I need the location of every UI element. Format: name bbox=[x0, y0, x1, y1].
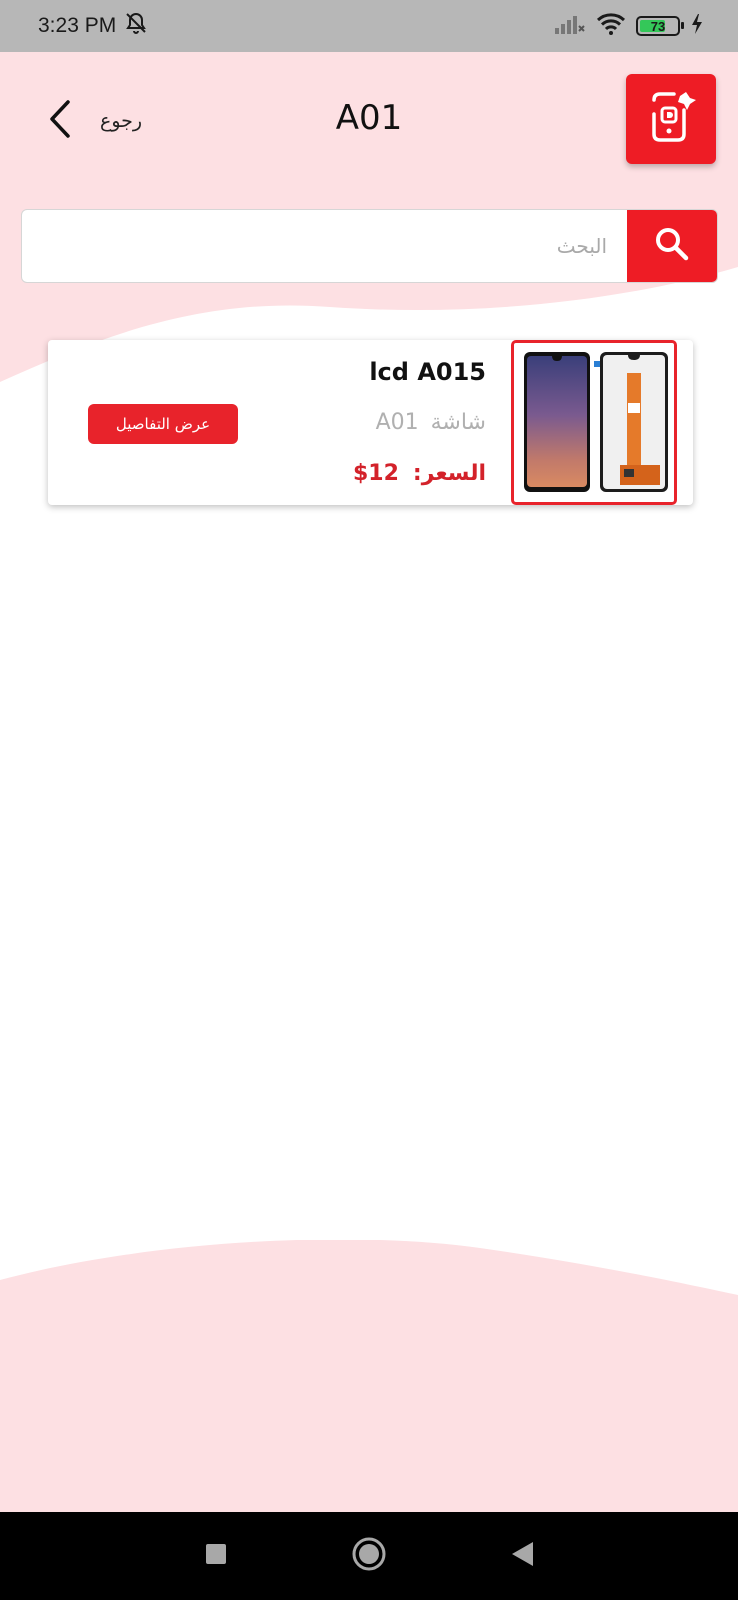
search-input[interactable] bbox=[22, 210, 627, 282]
recent-apps-button[interactable] bbox=[191, 1531, 241, 1581]
back-icon bbox=[509, 1540, 535, 1572]
search-bar bbox=[21, 209, 718, 283]
status-left: 3:23 PM bbox=[38, 11, 148, 41]
view-details-button[interactable]: عرض التفاصيل bbox=[88, 404, 238, 444]
signal-icon bbox=[554, 13, 586, 39]
app-logo-button[interactable] bbox=[626, 74, 716, 164]
price-value: $12 bbox=[352, 461, 399, 486]
charging-icon bbox=[690, 13, 704, 39]
mute-bell-icon bbox=[124, 11, 148, 41]
product-category: شاشة A01 bbox=[376, 410, 486, 435]
product-image bbox=[511, 340, 677, 505]
system-nav-bar bbox=[0, 1512, 738, 1600]
home-button[interactable] bbox=[344, 1531, 394, 1581]
product-price-row: السعر: $12 bbox=[353, 461, 486, 486]
product-card[interactable]: lcd A015 شاشة A01 السعر: $12 عرض التفاصي… bbox=[48, 340, 693, 505]
product-name: lcd A015 bbox=[369, 358, 486, 386]
recent-apps-icon bbox=[204, 1542, 228, 1570]
home-icon bbox=[351, 1536, 387, 1576]
product-model: A01 bbox=[375, 410, 419, 435]
wifi-icon bbox=[596, 12, 626, 40]
footer-background bbox=[0, 1240, 738, 1512]
battery-level: 73 bbox=[650, 18, 666, 34]
search-button[interactable] bbox=[627, 210, 717, 282]
product-category-label: شاشة bbox=[430, 410, 486, 435]
status-time: 3:23 PM bbox=[38, 14, 117, 37]
app-logo-icon bbox=[644, 86, 698, 152]
status-bar: 3:23 PM 73 bbox=[0, 0, 738, 52]
status-right: 73 bbox=[554, 12, 704, 40]
price-label: السعر: bbox=[412, 461, 486, 486]
search-icon bbox=[654, 226, 690, 266]
back-nav-button[interactable] bbox=[497, 1531, 547, 1581]
battery-icon: 73 bbox=[636, 16, 684, 36]
